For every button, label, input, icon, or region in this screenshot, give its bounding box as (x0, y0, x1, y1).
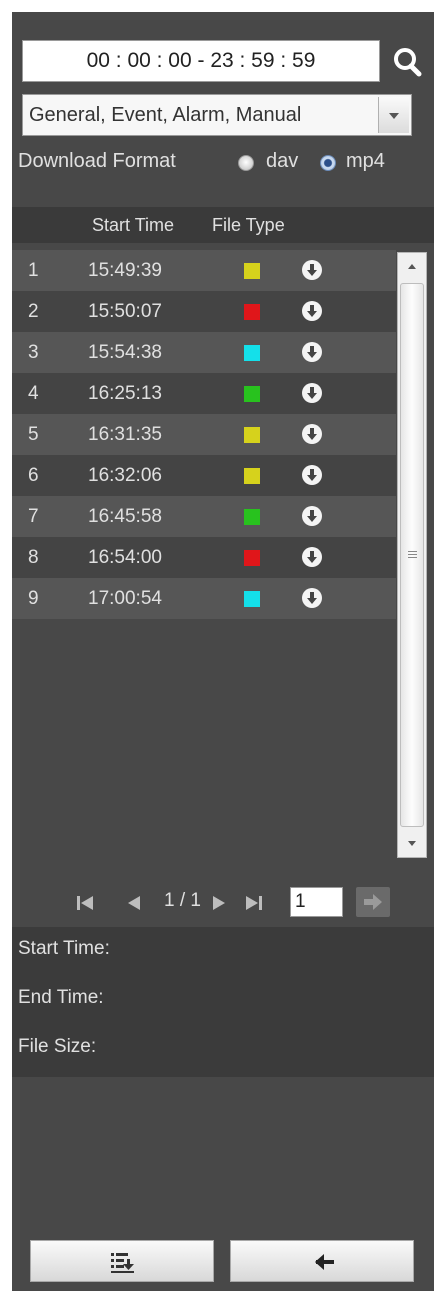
pagination: 1 / 1 1 (12, 875, 434, 925)
file-type-swatch (244, 468, 260, 484)
record-type-value: General, Event, Alarm, Manual (29, 104, 302, 126)
table-header: Start Time File Type (12, 207, 434, 243)
first-page-icon[interactable] (77, 896, 95, 910)
table-row[interactable]: 2 15:50:07 (12, 291, 396, 332)
row-start-time: 16:32:06 (88, 465, 162, 486)
download-list-button[interactable] (30, 1240, 214, 1282)
row-index: 9 (28, 588, 39, 609)
file-type-swatch (244, 304, 260, 320)
start-time-label: Start Time: (18, 938, 110, 959)
table-row[interactable]: 1 15:49:39 (12, 250, 396, 291)
next-page-icon[interactable] (212, 896, 226, 910)
row-start-time: 16:31:35 (88, 424, 162, 445)
last-page-icon[interactable] (244, 896, 262, 910)
row-start-time: 15:50:07 (88, 301, 162, 322)
scroll-thumb[interactable] (400, 283, 424, 827)
file-type-swatch (244, 345, 260, 361)
file-type-swatch (244, 591, 260, 607)
header-start-time: Start Time (92, 215, 175, 235)
radio-dav-label: dav (266, 150, 299, 172)
arrow-left-icon (315, 1254, 334, 1270)
file-type-swatch (244, 509, 260, 525)
chevron-down-icon[interactable] (378, 97, 409, 133)
download-icon[interactable] (302, 506, 322, 526)
go-to-page-button[interactable] (356, 887, 390, 917)
page-indicator: 1 / 1 (164, 890, 201, 911)
radio-mp4-label: mp4 (346, 150, 385, 172)
row-index: 4 (28, 383, 39, 404)
row-start-time: 17:00:54 (88, 588, 162, 609)
list-scrollbar[interactable] (397, 252, 427, 858)
row-index: 2 (28, 301, 39, 322)
table-row[interactable]: 9 17:00:54 (12, 578, 396, 619)
download-icon[interactable] (302, 465, 322, 485)
search-icon (394, 48, 422, 77)
download-icon[interactable] (302, 547, 322, 567)
file-info-panel: Start Time: End Time: File Size: (12, 927, 434, 1077)
grip-line (408, 554, 417, 555)
table-row[interactable]: 6 16:32:06 (12, 455, 396, 496)
table-row[interactable]: 5 16:31:35 (12, 414, 396, 455)
download-icon[interactable] (302, 301, 322, 321)
end-time-label: End Time: (18, 987, 104, 1008)
row-start-time: 16:54:00 (88, 547, 162, 568)
scroll-up-icon[interactable] (398, 253, 426, 281)
radio-mp4[interactable] (320, 155, 336, 171)
table-row[interactable]: 7 16:45:58 (12, 496, 396, 537)
radio-dav[interactable] (238, 155, 254, 171)
back-button[interactable] (230, 1240, 414, 1282)
time-range-input[interactable]: 00 : 00 : 00 - 23 : 59 : 59 (22, 40, 380, 82)
row-index: 3 (28, 342, 39, 363)
file-type-swatch (244, 263, 260, 279)
prev-page-icon[interactable] (127, 896, 141, 910)
arrow-right-icon (364, 894, 382, 910)
grip-line (408, 557, 417, 558)
search-button[interactable] (388, 40, 428, 82)
file-type-swatch (244, 386, 260, 402)
row-index: 7 (28, 506, 39, 527)
table-row[interactable]: 3 15:54:38 (12, 332, 396, 373)
record-type-select[interactable]: General, Event, Alarm, Manual (22, 94, 412, 136)
file-type-swatch (244, 550, 260, 566)
download-icon[interactable] (302, 383, 322, 403)
file-type-swatch (244, 427, 260, 443)
row-index: 1 (28, 260, 39, 281)
scroll-down-icon[interactable] (398, 829, 426, 857)
table-row[interactable]: 8 16:54:00 (12, 537, 396, 578)
row-start-time: 16:45:58 (88, 506, 162, 527)
grip-line (408, 551, 417, 552)
row-start-time: 15:49:39 (88, 260, 162, 281)
header-file-type: File Type (212, 215, 285, 235)
row-index: 5 (28, 424, 39, 445)
row-index: 6 (28, 465, 39, 486)
download-icon[interactable] (302, 342, 322, 362)
download-icon[interactable] (302, 260, 322, 280)
download-icon[interactable] (302, 588, 322, 608)
row-start-time: 15:54:38 (88, 342, 162, 363)
row-start-time: 16:25:13 (88, 383, 162, 404)
page-number-input[interactable]: 1 (290, 887, 343, 917)
row-index: 8 (28, 547, 39, 568)
file-size-label: File Size: (18, 1036, 97, 1057)
table-row[interactable]: 4 16:25:13 (12, 373, 396, 414)
download-format-label: Download Format (18, 150, 176, 172)
batch-download-icon (111, 1253, 134, 1273)
download-icon[interactable] (302, 424, 322, 444)
file-list: 1 15:49:39 2 15:50:07 3 15:54:38 4 16:25… (12, 250, 396, 860)
